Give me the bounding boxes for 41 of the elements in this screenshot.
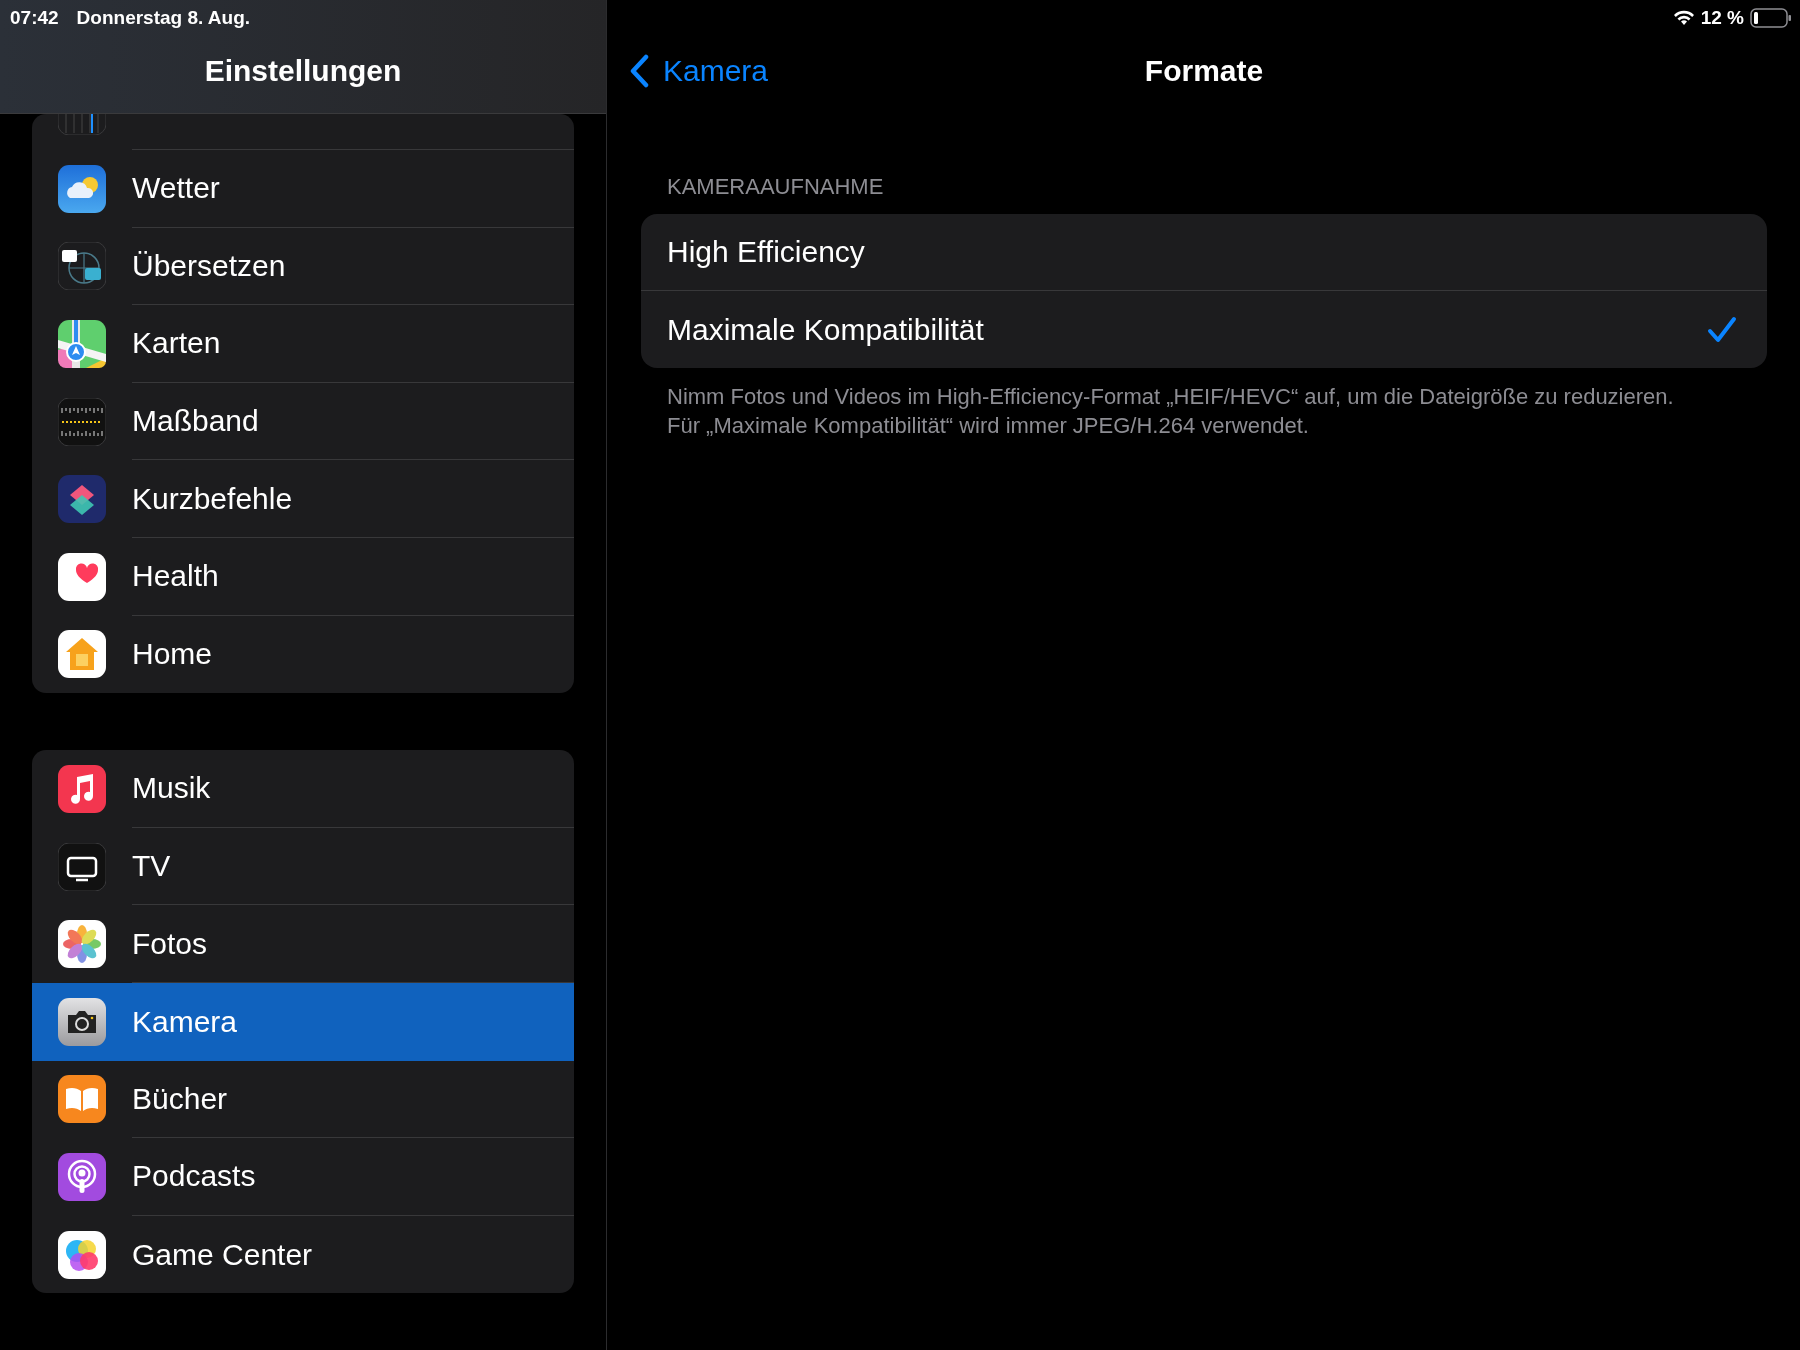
map-icon <box>58 320 106 368</box>
battery-icon <box>1750 8 1792 29</box>
checkmark-icon <box>1707 315 1737 344</box>
house-icon <box>58 630 106 679</box>
chevron-left-icon <box>629 54 649 88</box>
settings-item[interactable]: Fotos <box>32 905 574 983</box>
settings-item[interactable]: Game Center <box>32 1215 574 1294</box>
page-title: Formate <box>1143 53 1265 89</box>
book-icon <box>58 1075 106 1124</box>
settings-item[interactable]: Health <box>32 537 574 616</box>
settings-item[interactable]: Podcasts <box>32 1138 574 1216</box>
ruler-icon <box>58 397 106 446</box>
settings-item[interactable]: Musik <box>32 750 574 828</box>
translate-icon <box>58 242 106 291</box>
cloud-sun-icon <box>58 164 106 213</box>
settings-item[interactable]: Home <box>32 615 574 694</box>
bubbles-icon <box>58 1230 106 1279</box>
sidebar-title: Einstellungen <box>203 53 403 89</box>
settings-item[interactable]: TV <box>32 827 574 906</box>
settings-item[interactable]: Übersetzen <box>32 227 574 306</box>
wifi-icon <box>1672 10 1695 27</box>
settings-item[interactable]: Kamera <box>32 982 574 1061</box>
settings-item[interactable]: Wetter <box>32 150 574 228</box>
status-time: 07:42 <box>10 6 59 30</box>
back-link[interactable]: Kamera <box>629 52 769 90</box>
flower-icon <box>58 920 106 969</box>
battery-percentage: 12 % <box>1700 6 1744 30</box>
settings-item[interactable]: Karten <box>32 305 574 383</box>
format-option[interactable]: High Efficiency <box>641 214 1767 291</box>
format-option[interactable]: Maximale Kompatibilität <box>641 291 1767 368</box>
settings-item[interactable]: Bücher <box>32 1060 574 1139</box>
camera-icon <box>58 997 106 1046</box>
settings-item[interactable]: Maßband <box>32 382 574 461</box>
section-header: KAMERAAUFNAHME <box>667 173 885 201</box>
settings-item[interactable]: Kurzbefehle <box>32 460 574 538</box>
footer-note: Nimm Fotos und Videos im High-Efficiency-Format „HEIF/HEVC“ auf, um die Dateigröße zu reduzieren. Für „Maximale Kompatibilität“ wird immer JPEG/H.264 verwendet. <box>667 383 1675 440</box>
music-note-icon <box>58 764 106 813</box>
layers-icon <box>58 475 106 524</box>
tv-icon <box>58 842 106 891</box>
status-date: Donnerstag 8. Aug. <box>76 6 251 30</box>
podcast-icon <box>58 1152 106 1201</box>
